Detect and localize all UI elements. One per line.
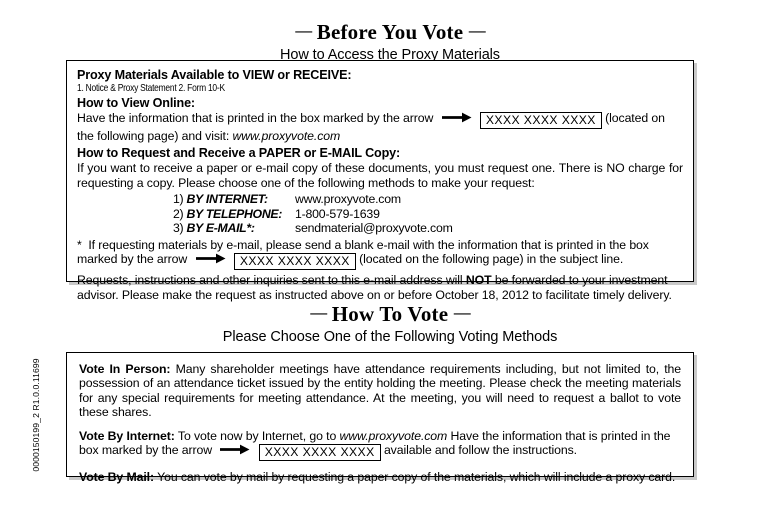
view-control-number-box: XXXX XXXX XXXX: [479, 112, 602, 129]
materials-available-heading: Proxy Materials Available to VIEW or REC…: [77, 68, 352, 82]
arrow-right-icon: [195, 253, 226, 267]
how-to-vote-header: — How To Vote — Please Choose One of the…: [0, 302, 780, 345]
rule-right: —: [453, 303, 471, 322]
before-you-vote-title: — Before You Vote —: [0, 20, 780, 45]
method-email-label: 3) BY E-MAIL*:: [173, 221, 255, 236]
rule-right: —: [468, 21, 486, 40]
vote-by-internet-label: Vote By Internet:: [79, 428, 175, 443]
arrow-right-icon: [220, 444, 250, 458]
how-to-view-online-text: Have the information that is printed in …: [77, 111, 683, 143]
footnote-control-number-box: XXXX XXXX XXXX: [233, 253, 356, 271]
method-telephone-label: 2) BY TELEPHONE:: [173, 206, 283, 221]
before-you-vote-header: — Before You Vote — How to Access the Pr…: [0, 20, 780, 63]
rule-left: —: [295, 21, 312, 40]
closing-notice: Requests, instructions and other inquiri…: [77, 273, 683, 302]
rule-left: —: [310, 303, 327, 322]
vote-by-mail-label: Vote By Mail:: [79, 470, 154, 485]
margin-document-id: 0000150199_2 R1.0.0.11699: [31, 358, 41, 472]
how-to-view-online-heading: How to View Online:: [77, 96, 195, 110]
method-internet-value: www.proxyvote.com: [295, 192, 401, 207]
internet-text-c: available and follow the instructions.: [383, 443, 578, 458]
email-footnote: * If requesting materials by e-mail, ple…: [77, 238, 683, 271]
voting-methods-panel: Vote In Person: Many shareholder meeting…: [66, 352, 694, 484]
vote-by-mail-block: Vote By Mail: You can vote by mail by re…: [79, 470, 681, 484]
arrow-right-icon: [441, 112, 472, 126]
how-to-request-text: If you want to receive a paper or e-mail…: [77, 161, 683, 190]
method-email-value: sendmaterial@proxyvote.com: [295, 221, 453, 236]
how-to-vote-subtitle: Please Choose One of the Following Votin…: [222, 329, 558, 345]
vote-by-internet-block: Vote By Internet: To vote now by Interne…: [79, 428, 681, 462]
request-method-email: 3) BY E-MAIL*: sendmaterial@proxyvote.com: [173, 221, 683, 236]
method-telephone-value: 1-800-579-1639: [295, 206, 380, 221]
vote-in-person-text: Many shareholder meetings have attendanc…: [79, 362, 681, 420]
method-internet-label: 1) BY INTERNET:: [173, 192, 268, 207]
vote-by-mail-text: You can vote by mail by requesting a pap…: [157, 470, 676, 485]
request-method-telephone: 2) BY TELEPHONE: 1-800-579-1639: [173, 207, 683, 222]
closing-not-emphasis: NOT: [465, 273, 492, 288]
materials-available-items: 1. Notice & Proxy Statement 2. Form 10-K: [77, 83, 225, 94]
title-text: How To Vote: [331, 302, 449, 326]
vote-in-person-label: Vote In Person:: [79, 362, 171, 376]
title-text: Before You Vote: [316, 20, 464, 44]
view-text-a: Have the information that is printed in …: [77, 111, 434, 125]
how-to-request-heading: How to Request and Receive a PAPER or E-…: [77, 146, 401, 161]
how-to-vote-title: — How To Vote —: [0, 302, 780, 327]
request-methods-list: 1) BY INTERNET: www.proxyvote.com 2) BY T…: [77, 192, 683, 236]
proxy-materials-panel: Proxy Materials Available to VIEW or REC…: [66, 60, 694, 302]
vote-in-person-block: Vote In Person: Many shareholder meeting…: [79, 362, 681, 420]
footnote-asterisk: *: [77, 238, 82, 252]
closing-text-a: Requests, instructions and other inquiri…: [77, 273, 463, 288]
request-method-internet: 1) BY INTERNET: www.proxyvote.com: [173, 192, 683, 207]
footnote-text-b: (located on the following page) in the s…: [359, 252, 624, 267]
view-proxyvote-url: www.proxyvote.com: [232, 129, 341, 143]
internet-proxyvote-url: www.proxyvote.com: [339, 428, 448, 443]
internet-text-a: To vote now by Internet, go to: [177, 428, 337, 443]
internet-control-number-box: XXXX XXXX XXXX: [258, 444, 381, 462]
